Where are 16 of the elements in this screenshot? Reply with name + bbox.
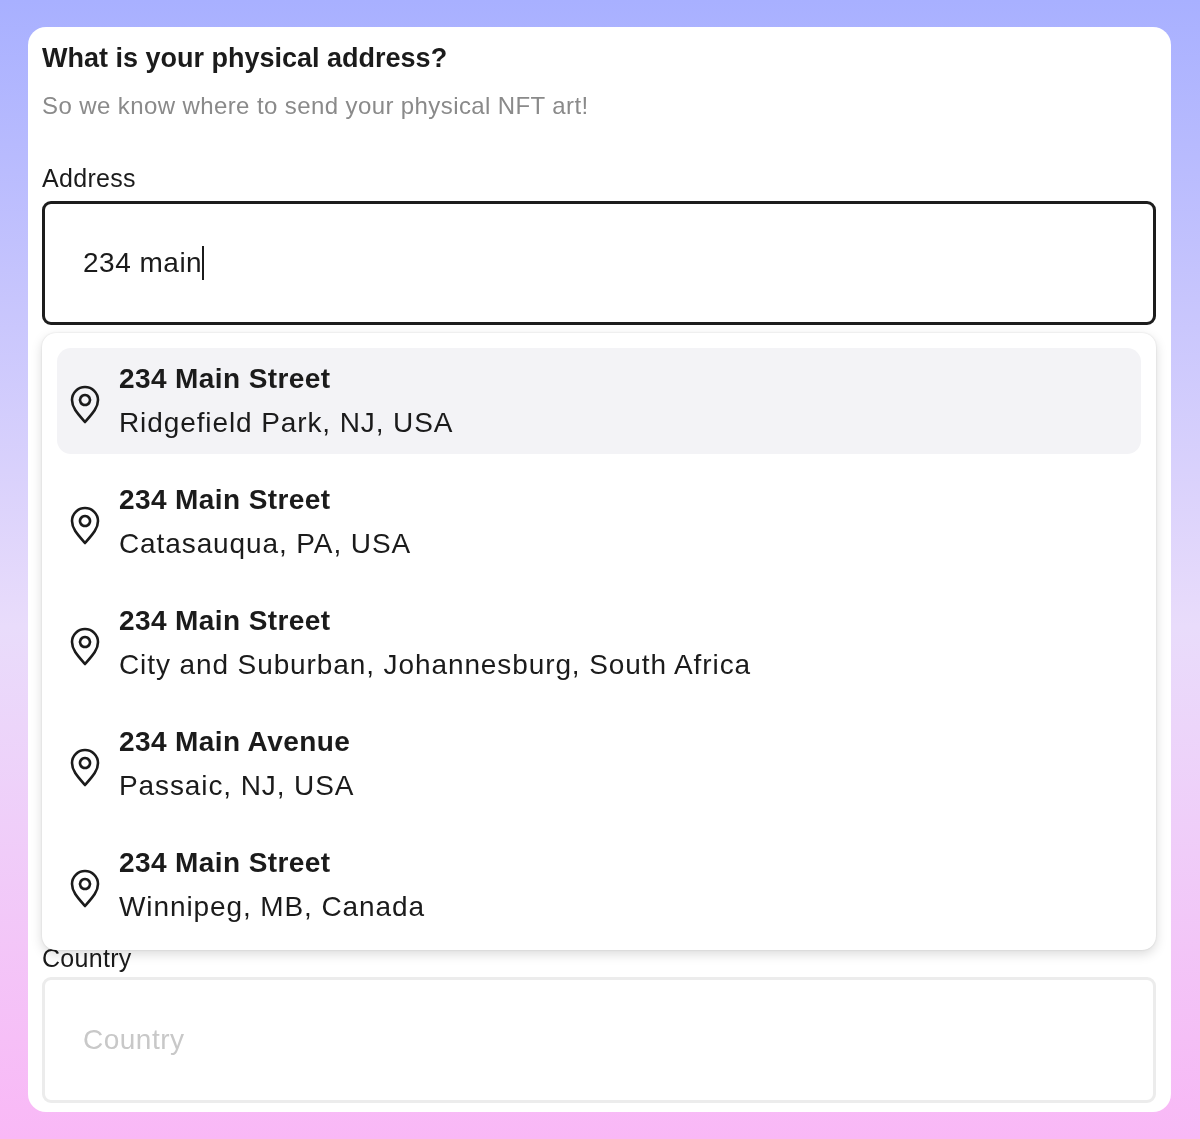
location-pin-icon	[69, 385, 101, 425]
location-pin-icon	[69, 869, 101, 909]
question-title: What is your physical address?	[42, 42, 449, 75]
location-pin-icon	[69, 627, 101, 667]
suggestion-item[interactable]: 234 Main Street Winnipeg, MB, Canada	[57, 832, 1141, 938]
address-field[interactable]: 234 main	[42, 201, 1156, 325]
suggestion-item[interactable]: 234 Main Street City and Suburban, Johannesburg, South Africa	[57, 590, 1141, 696]
field-label: Address	[42, 163, 137, 193]
field-label: Country	[42, 943, 133, 973]
text-cursor	[202, 246, 204, 280]
location-pin-icon	[69, 506, 101, 546]
suggestion-item[interactable]: 234 Main Street Catasauqua, PA, USA	[57, 469, 1141, 575]
location-pin-icon	[69, 748, 101, 788]
suggestion-item[interactable]: 234 Main Street Ridgefield Park, NJ, USA	[57, 348, 1141, 454]
suggestion-item[interactable]: 234 Main Avenue Passaic, NJ, USA	[57, 711, 1141, 817]
question-subtitle: So we know where to send your physical NFT art!	[42, 91, 590, 121]
